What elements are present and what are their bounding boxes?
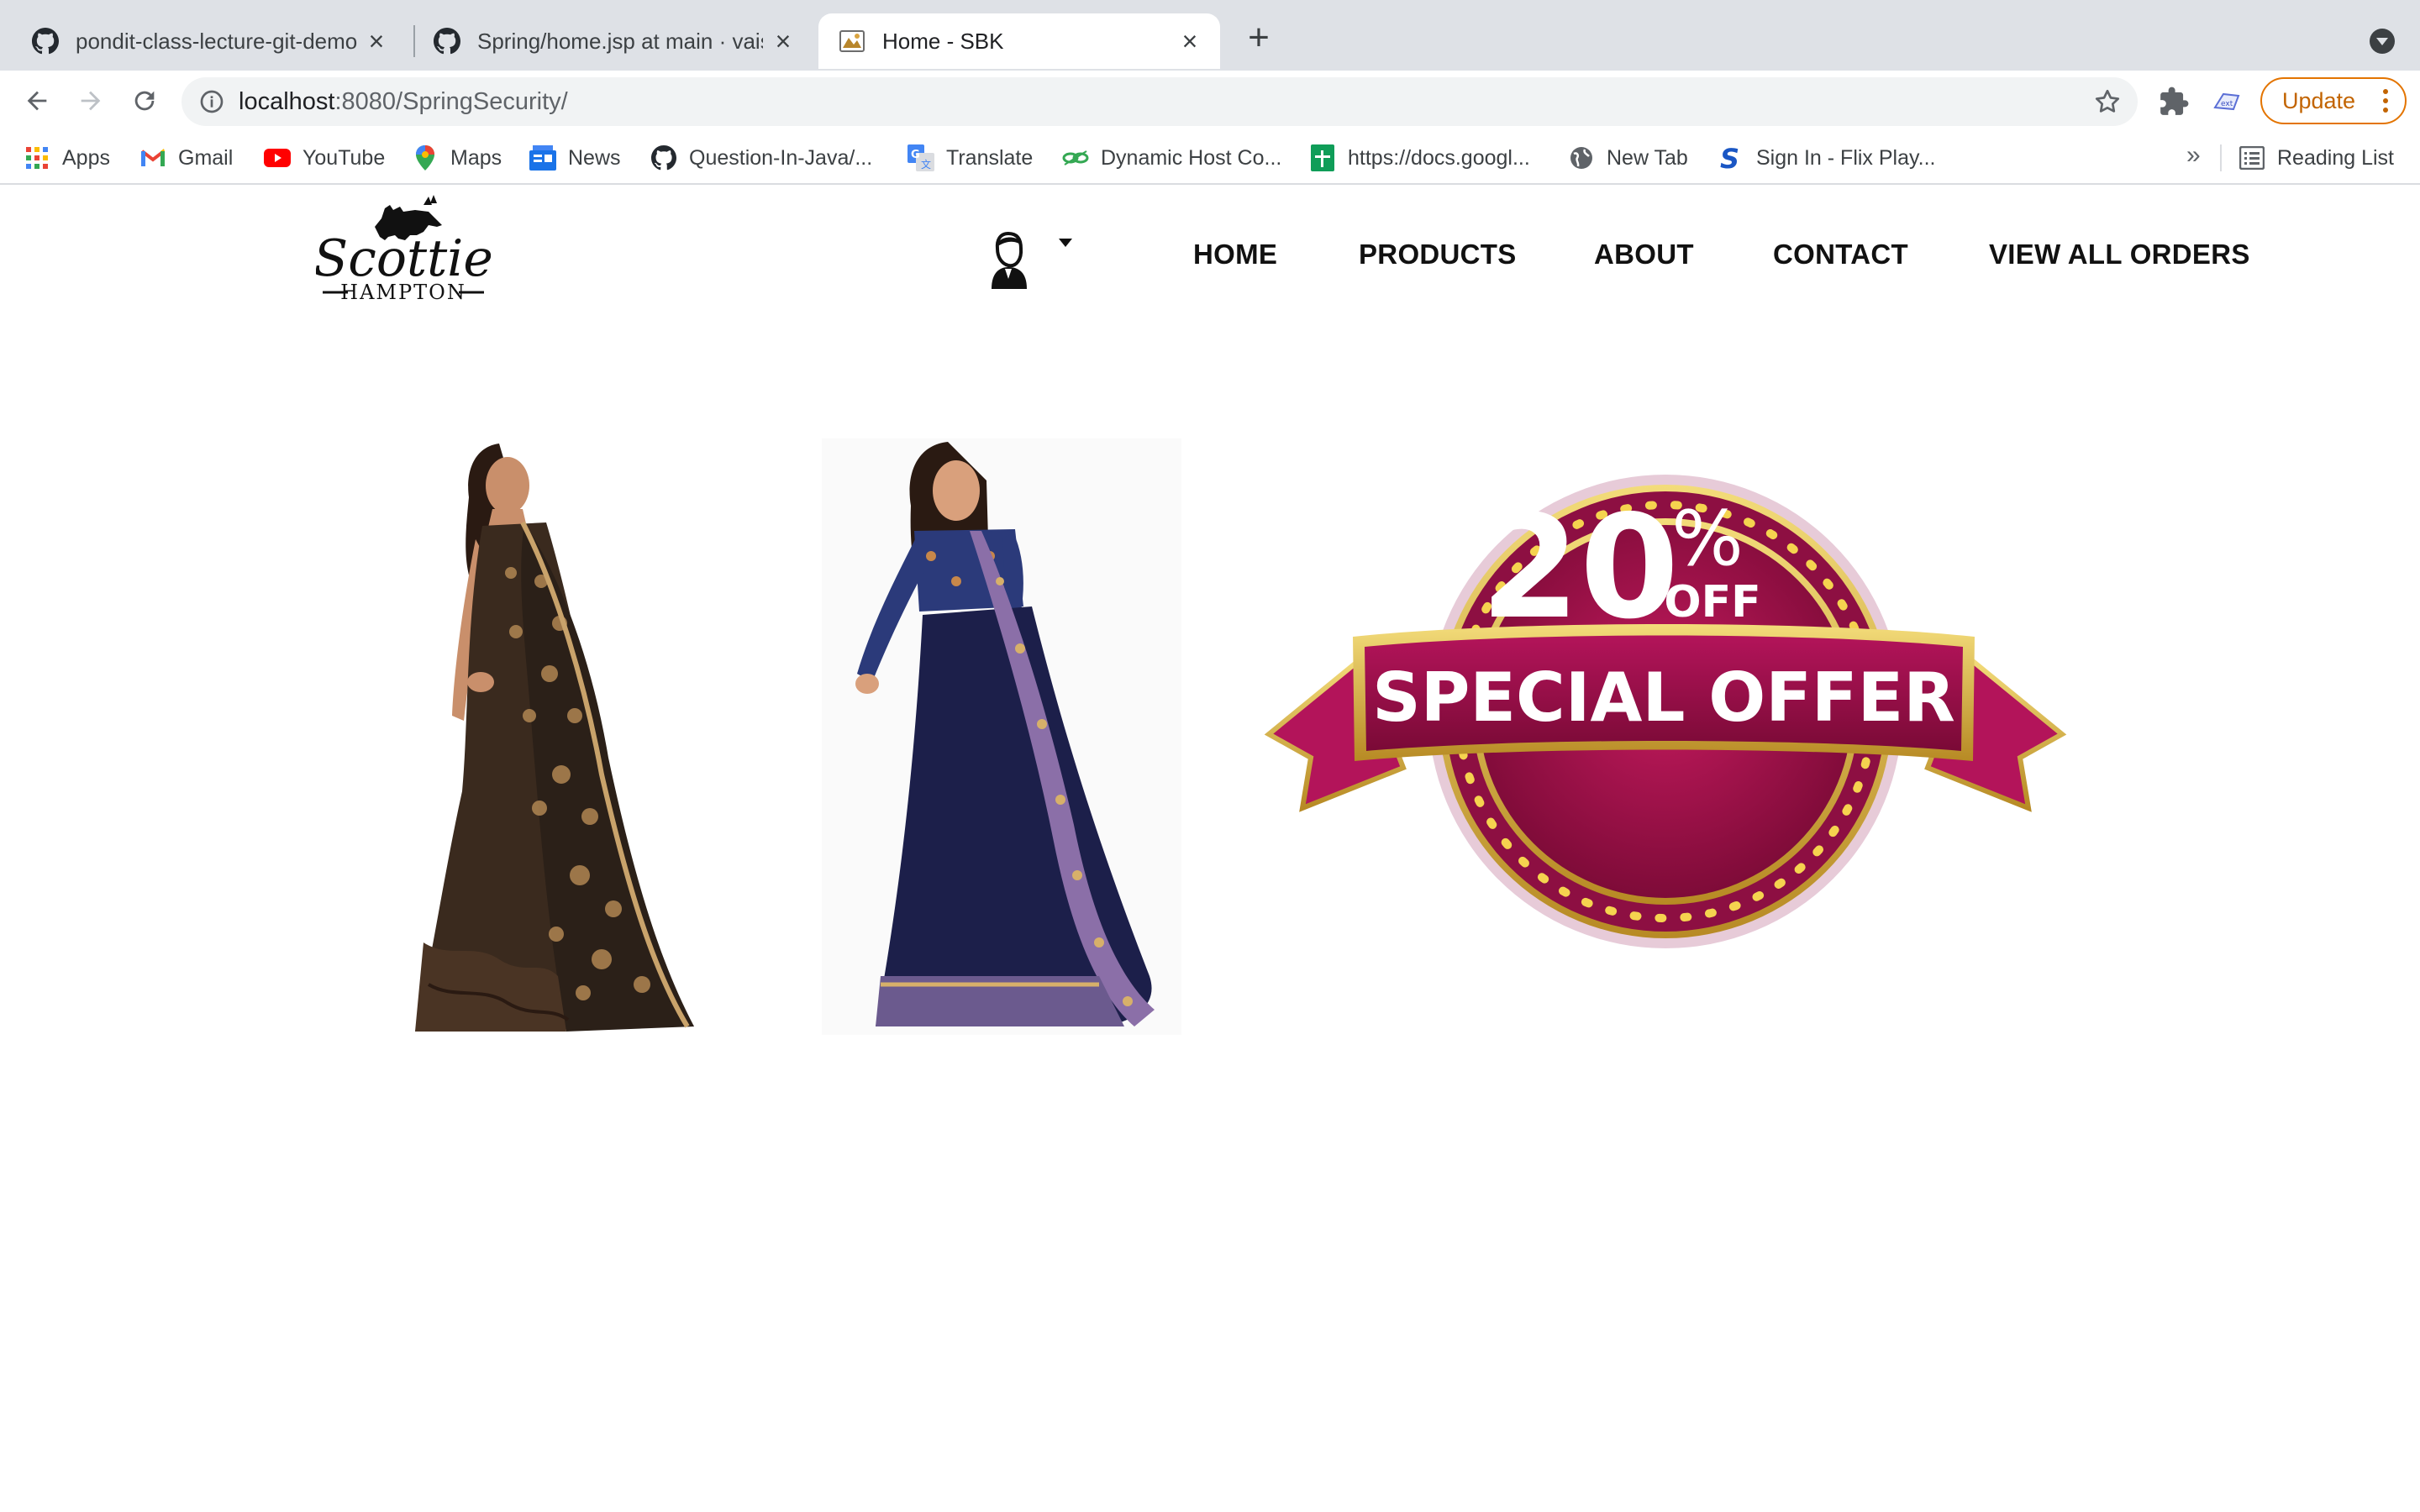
address-bar[interactable]: localhost:8080/SpringSecurity/ [182, 77, 2138, 126]
offer-percent-sign: % [1671, 495, 1744, 583]
translate-icon: G文 [908, 144, 934, 171]
chevron-down-icon [1059, 239, 1072, 247]
bookmark-maps[interactable]: Maps [412, 143, 502, 173]
nav-contact[interactable]: CONTACT [1773, 239, 1908, 270]
youtube-icon [264, 144, 291, 171]
bookmark-star-icon[interactable] [2092, 87, 2123, 117]
bookmark-label: Maps [450, 145, 502, 170]
bookmarks-divider [2220, 144, 2222, 171]
globe-icon [1568, 144, 1595, 171]
bookmark-label: Question-In-Java/... [689, 145, 873, 170]
nav-view-all-orders[interactable]: VIEW ALL ORDERS [1989, 239, 2250, 270]
bookmarks-bar: Apps Gmail YouTube Maps News Question-In… [0, 131, 2420, 185]
close-icon[interactable]: × [363, 28, 390, 55]
nav-about[interactable]: ABOUT [1594, 239, 1694, 270]
bookmark-label: Dynamic Host Co... [1101, 145, 1282, 170]
update-button[interactable]: Update [2260, 77, 2407, 124]
bookmark-new-tab[interactable]: New Tab [1568, 143, 1688, 173]
product-image-brown-saree[interactable] [381, 438, 711, 1035]
svg-text:G: G [911, 149, 920, 161]
nav-products[interactable]: PRODUCTS [1359, 239, 1517, 270]
apps-grid-icon [24, 144, 50, 171]
bookmark-dynamic-host[interactable]: Dynamic Host Co... [1062, 143, 1281, 173]
bookmark-label: New Tab [1607, 145, 1688, 170]
close-icon[interactable]: × [770, 28, 797, 55]
bookmark-apps[interactable]: Apps [24, 143, 110, 173]
github-icon [434, 28, 460, 55]
browser-toolbar: localhost:8080/SpringSecurity/ ext Updat… [0, 71, 2420, 131]
svg-text:Scottie: Scottie [316, 229, 491, 288]
user-avatar-icon [992, 231, 1027, 289]
bookmark-label: News [568, 145, 621, 170]
github-icon [650, 144, 677, 171]
extension-badge-icon[interactable]: ext [2212, 87, 2244, 119]
offer-off: OFF [1664, 577, 1760, 627]
user-account-dropdown[interactable] [990, 230, 1082, 289]
bookmark-translate[interactable]: G文 Translate [908, 143, 1033, 173]
bookmark-google-docs[interactable]: https://docs.googl... [1309, 143, 1530, 173]
reading-list-label: Reading List [2277, 145, 2394, 170]
bookmark-flix-play[interactable]: S Sign In - Flix Play... [1718, 143, 1936, 173]
scottie-hampton-logo[interactable]: Scottie HAMPTON [313, 193, 493, 304]
tab-title: Home - SBK [882, 28, 1004, 54]
product-image-navy-saree[interactable] [822, 438, 1181, 1035]
google-sheets-icon [1309, 144, 1336, 171]
bookmark-label: https://docs.googl... [1348, 145, 1530, 170]
url-host: localhost [239, 88, 335, 115]
bookmark-label: Gmail [178, 145, 234, 170]
tab-title: pondit-class-lecture-git-demo [76, 28, 358, 54]
url-text: localhost:8080/SpringSecurity/ [239, 88, 568, 116]
tab-strip: pondit-class-lecture-git-demo × Spring/h… [0, 0, 2420, 71]
link-chain-icon [1062, 144, 1089, 171]
bookmark-label: Sign In - Flix Play... [1756, 145, 1936, 170]
tab-pondit-class-lecture[interactable]: pondit-class-lecture-git-demo × [12, 13, 407, 69]
new-tab-plus-icon[interactable]: + [1242, 19, 1276, 56]
tab-title: Spring/home.jsp at main · vaish [477, 28, 763, 54]
site-favicon-icon [839, 28, 865, 55]
extensions-puzzle-icon[interactable] [2158, 86, 2190, 118]
bookmark-label: Translate [946, 145, 1034, 170]
svg-text:S: S [1720, 144, 1739, 171]
special-offer-badge: 20 % OFF SPECIAL OFFER [1260, 472, 2067, 959]
back-arrow-icon[interactable] [15, 79, 59, 123]
tab-spring-home-jsp[interactable]: Spring/home.jsp at main · vaish × [413, 13, 813, 69]
site-info-icon[interactable] [198, 88, 225, 115]
bookmark-news[interactable]: News [529, 143, 621, 173]
github-icon [32, 28, 59, 55]
bookmark-label: YouTube [302, 145, 386, 170]
nav-home[interactable]: HOME [1193, 239, 1277, 270]
svg-text:HAMPTON: HAMPTON [340, 281, 466, 301]
bookmark-question-in-java[interactable]: Question-In-Java/... [650, 143, 872, 173]
close-icon[interactable]: × [1176, 28, 1203, 55]
offer-percent: 20 [1481, 485, 1680, 651]
s-logo-icon: S [1718, 144, 1744, 171]
gmail-icon [139, 144, 166, 171]
update-label: Update [2282, 87, 2356, 113]
svg-text:ext: ext [2221, 100, 2233, 108]
reading-list-button[interactable]: Reading List [2238, 143, 2394, 173]
maps-pin-icon [412, 144, 439, 171]
reading-list-icon [2238, 144, 2265, 171]
bookmark-gmail[interactable]: Gmail [139, 143, 233, 173]
bookmark-label: Apps [62, 145, 110, 170]
page-content: Scottie HAMPTON HOME PRODUCTS ABOUT CONT… [0, 186, 2420, 1512]
svg-text:文: 文 [921, 158, 931, 171]
bookmark-youtube[interactable]: YouTube [264, 143, 385, 173]
offer-banner-text: SPECIAL OFFER [1372, 659, 1955, 737]
url-path: :8080/SpringSecurity/ [334, 88, 568, 115]
tab-search-dropdown-icon[interactable] [2370, 29, 2395, 54]
more-menu-icon[interactable] [2383, 87, 2388, 114]
tab-home-sbk[interactable]: Home - SBK × [818, 13, 1220, 69]
google-news-icon [529, 144, 556, 171]
forward-arrow-icon[interactable] [69, 79, 113, 123]
bookmarks-overflow-chevron-icon[interactable]: » [2186, 141, 2201, 170]
reload-icon[interactable] [123, 79, 166, 123]
